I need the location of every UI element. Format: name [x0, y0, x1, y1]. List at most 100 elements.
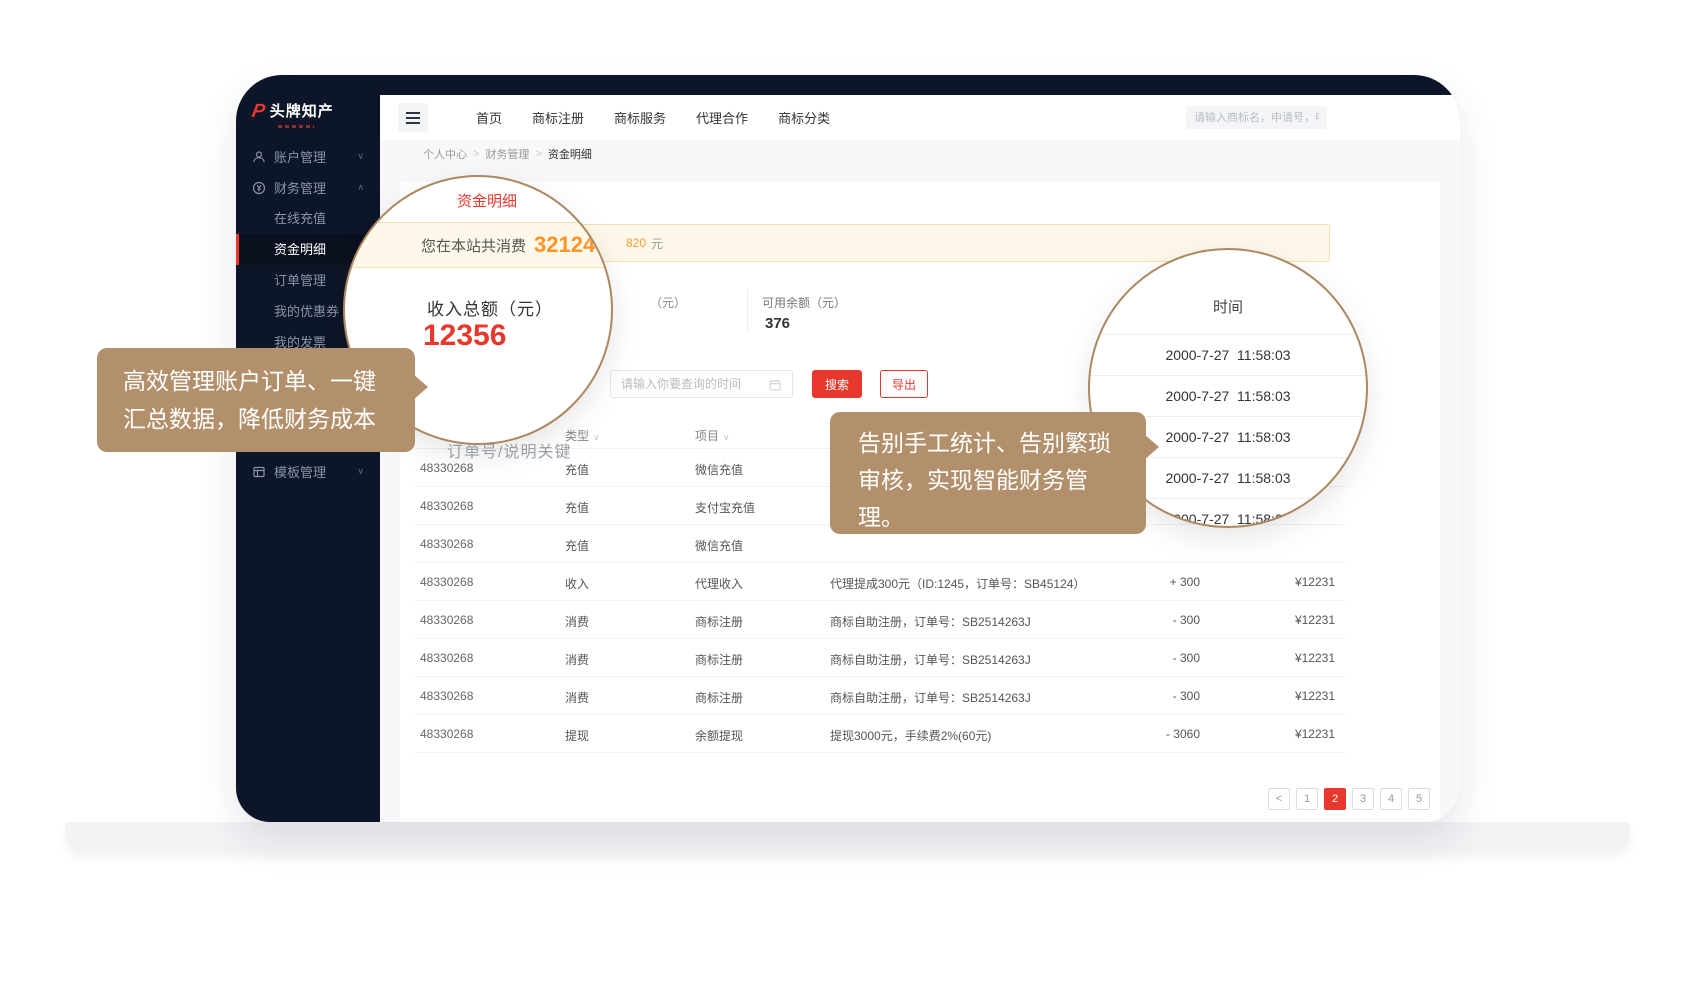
breadcrumb-personal-center[interactable]: 个人中心 [423, 146, 467, 162]
cell-type: 消费 [565, 651, 589, 668]
callout-right: 告别手工统计、告别繁琐 审核，实现智能财务管 理。 [830, 412, 1146, 534]
cell-type: 收入 [565, 575, 589, 592]
pagination-page-button[interactable]: 1 [1296, 788, 1318, 810]
search-button[interactable]: 搜索 [812, 370, 862, 398]
cell-description: 商标自助注册，订单号：SB2514263J [830, 613, 1031, 630]
table-row[interactable]: 48330268 提现 余额提现 提现3000元，手续费2%(60元) - 30… [415, 715, 1345, 753]
breadcrumb-separator: > [535, 148, 541, 160]
sort-caret-icon: ∨ [723, 432, 730, 442]
cell-type: 充值 [565, 461, 589, 478]
callout-right-line: 告别手工统计、告别繁琐 [858, 425, 1146, 462]
calendar-icon[interactable] [769, 378, 781, 390]
banner-rest-amount: 820 [626, 236, 646, 250]
sidebar-item-account[interactable]: 账户管理 ∨ [236, 141, 380, 172]
laptop-base [65, 822, 1630, 852]
banner-total-amount: 32124 [534, 232, 595, 258]
cell-order-no: 48330268 [420, 651, 473, 665]
page: P 头牌知产 账户管理 ∨ 财务管理 ∧ [0, 0, 1696, 1002]
cell-type: 消费 [565, 613, 589, 630]
cell-order-no: 48330268 [420, 727, 473, 741]
cell-project: 商标注册 [695, 613, 743, 630]
fund-detail-tab[interactable]: 资金明细 [457, 190, 517, 211]
sidebar-item-finance[interactable]: 财务管理 ∧ [236, 172, 380, 203]
available-balance-value: 376 [765, 315, 790, 332]
chevron-down-icon: ∨ [357, 151, 364, 162]
cell-balance: ¥12231 [1210, 575, 1335, 589]
cell-order-no: 48330268 [420, 575, 473, 589]
income-total-label: 收入总额（元） [427, 295, 553, 320]
magnified-consumption-banner: 您在本站共消费 32124 元 [343, 222, 613, 268]
banner-unit: 元 [651, 235, 663, 252]
time-value: 2000-7-27 11:58:03 [1090, 335, 1366, 376]
pagination-page-button[interactable]: 2 [1324, 788, 1346, 810]
top-navbar: 首页 商标注册 商标服务 代理合作 商标分类 [380, 95, 1460, 140]
column-header-project[interactable]: 项目∨ [695, 427, 730, 444]
sort-caret-icon: ∨ [593, 432, 600, 442]
cell-amount: - 300 [1075, 651, 1200, 665]
nav-item-trademark-service[interactable]: 商标服务 [614, 108, 666, 127]
column-header-order-keyword: 订单号/说明关键 [447, 438, 571, 462]
cell-order-no: 48330268 [420, 499, 473, 513]
table-row[interactable]: 48330268 消费 商标注册 商标自助注册，订单号：SB2514263J -… [415, 677, 1345, 715]
nav-item-agent-cooperation[interactable]: 代理合作 [696, 108, 748, 127]
chevron-up-icon: ∧ [357, 182, 364, 193]
cell-type: 消费 [565, 689, 589, 706]
export-button[interactable]: 导出 [880, 370, 928, 398]
breadcrumb: 个人中心 > 财务管理 > 资金明细 [380, 140, 1460, 168]
breadcrumb-finance[interactable]: 财务管理 [485, 146, 529, 162]
yen-coin-icon [252, 181, 266, 195]
cell-type: 充值 [565, 499, 589, 516]
hamburger-menu-icon[interactable] [398, 103, 428, 132]
callout-left-line: 高效管理账户订单、一键 [123, 362, 415, 400]
income-total-value: 12356 [423, 319, 506, 353]
cell-description: 商标自助注册，订单号：SB2514263J [830, 651, 1031, 668]
pagination-prev-button[interactable]: < [1268, 788, 1290, 810]
consumption-banner-amount: 820 元 [626, 225, 663, 261]
user-icon [252, 150, 266, 164]
pagination: < 1 2 3 4 5 [1268, 788, 1430, 810]
nav-item-trademark-register[interactable]: 商标注册 [532, 108, 584, 127]
table-row[interactable]: 48330268 消费 商标注册 商标自助注册，订单号：SB2514263J -… [415, 639, 1345, 677]
cell-project: 支付宝充值 [695, 499, 755, 516]
cell-amount: + 300 [1075, 575, 1200, 589]
cell-amount: - 3060 [1075, 727, 1200, 741]
cell-project: 微信充值 [695, 537, 743, 554]
sidebar-item-templates[interactable]: 模板管理 ∨ [236, 456, 380, 487]
cell-project: 微信充值 [695, 461, 743, 478]
logo: P 头牌知产 [252, 101, 334, 135]
template-icon [252, 465, 266, 479]
cell-project: 商标注册 [695, 689, 743, 706]
sidebar-item-label: 模板管理 [274, 462, 357, 481]
cell-type: 提现 [565, 727, 589, 744]
cell-project: 代理收入 [695, 575, 743, 592]
callout-right-line: 审核，实现智能财务管 [858, 462, 1146, 499]
date-query-input[interactable] [610, 370, 793, 398]
stat-expense-unit-fragment: （元） [650, 294, 686, 311]
logo-icon: P [250, 101, 267, 123]
trademark-search-input[interactable] [1186, 106, 1327, 129]
cell-description: 提现3000元，手续费2%(60元) [830, 727, 991, 744]
breadcrumb-current: 资金明细 [548, 146, 592, 162]
nav-item-trademark-category[interactable]: 商标分类 [778, 108, 830, 127]
banner-prefix: 您在本站共消费 [421, 235, 526, 256]
sidebar-item-label: 财务管理 [274, 178, 357, 197]
table-row[interactable]: 48330268 收入 代理收入 代理提成300元（ID:1245，订单号：SB… [415, 563, 1345, 601]
cell-order-no: 48330268 [420, 689, 473, 703]
pagination-page-button[interactable]: 3 [1352, 788, 1374, 810]
nav-item-home[interactable]: 首页 [476, 108, 502, 127]
callout-left-line: 汇总数据，降低财务成本 [123, 400, 415, 438]
cell-order-no: 48330268 [420, 461, 473, 475]
callout-left: 高效管理账户订单、一键 汇总数据，降低财务成本 [97, 348, 415, 452]
callout-right-line: 理。 [858, 499, 1146, 536]
pagination-page-button[interactable]: 5 [1408, 788, 1430, 810]
logo-caption-marks [278, 125, 314, 128]
cell-balance: ¥12231 [1210, 651, 1335, 665]
table-row[interactable]: 48330268 消费 商标注册 商标自助注册，订单号：SB2514263J -… [415, 601, 1345, 639]
pagination-page-button[interactable]: 4 [1380, 788, 1402, 810]
cell-balance: ¥12231 [1210, 613, 1335, 627]
cell-order-no: 48330268 [420, 613, 473, 627]
stat-divider [747, 290, 748, 332]
cell-amount: - 300 [1075, 613, 1200, 627]
logo-title: 头牌知产 [270, 101, 334, 123]
cell-balance: ¥12231 [1210, 727, 1335, 741]
